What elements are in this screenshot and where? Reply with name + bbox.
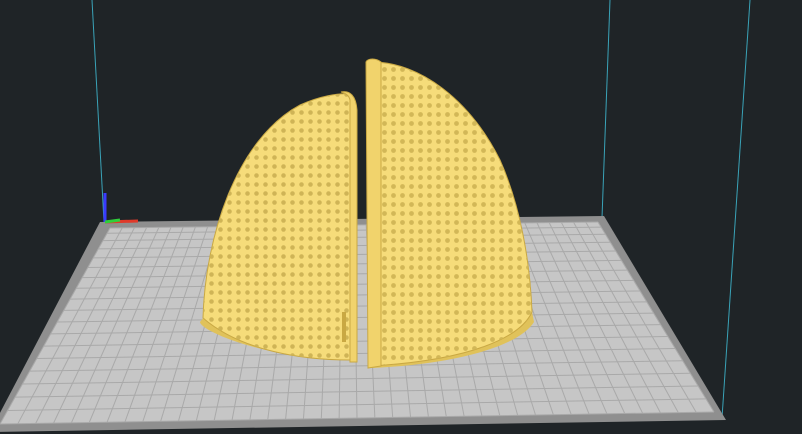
axes-gizmo xyxy=(103,193,139,224)
left-half-slot xyxy=(342,312,346,342)
build-volume-edge-right xyxy=(721,0,751,419)
y-axis xyxy=(104,218,121,224)
3d-viewport[interactable] xyxy=(0,0,802,434)
scene-canvas[interactable] xyxy=(0,0,802,434)
right-dome-half[interactable] xyxy=(365,55,540,375)
model-dome-halves[interactable] xyxy=(195,55,540,375)
left-dome-half[interactable] xyxy=(195,85,360,370)
build-plate xyxy=(0,216,726,432)
right-half-rim xyxy=(365,58,382,369)
build-volume-edge-mid xyxy=(601,0,611,219)
build-volume-edge-left xyxy=(91,0,105,223)
